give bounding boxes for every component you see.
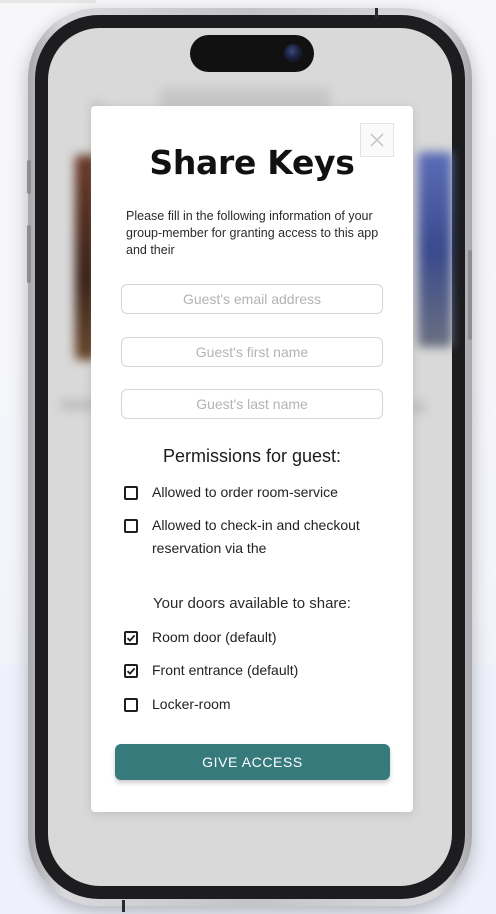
permissions-heading: Permissions for guest: (162, 446, 342, 466)
guest-last-name-input[interactable] (121, 389, 383, 419)
modal-intro-text: Please fill in the following information… (126, 209, 379, 257)
check-icon (126, 667, 136, 675)
permission-checkin-checkbox[interactable] (124, 519, 138, 533)
door-front-entrance-checkbox[interactable] (124, 664, 138, 678)
permission-room-service-checkbox[interactable] (124, 486, 138, 500)
door-front-entrance-row[interactable]: Front entrance (default) (124, 662, 382, 682)
door-room-checkbox[interactable] (124, 631, 138, 645)
permission-checkin-label: Allowed to check-in and checkout reserva… (152, 517, 360, 556)
door-locker-room-checkbox[interactable] (124, 698, 138, 712)
doors-heading: Your doors available to share: (153, 595, 351, 612)
modal-title: Share Keys (149, 143, 355, 182)
door-locker-room-row[interactable]: Locker-room (124, 696, 382, 716)
door-locker-room-label: Locker-room (152, 696, 231, 712)
door-room-label: Room door (default) (152, 629, 277, 645)
permission-room-service-label: Allowed to order room-service (152, 484, 338, 500)
blurred-card-right (418, 152, 452, 347)
give-access-button[interactable]: GIVE ACCESS (115, 744, 390, 780)
permission-checkin-row[interactable]: Allowed to check-in and checkout reserva… (124, 517, 367, 560)
guest-first-name-input[interactable] (121, 337, 383, 367)
guest-email-input[interactable] (121, 284, 383, 314)
check-icon (126, 634, 136, 642)
permission-room-service-row[interactable]: Allowed to order room-service (124, 484, 382, 504)
door-room-row[interactable]: Room door (default) (124, 629, 382, 649)
door-front-entrance-label: Front entrance (default) (152, 662, 299, 678)
